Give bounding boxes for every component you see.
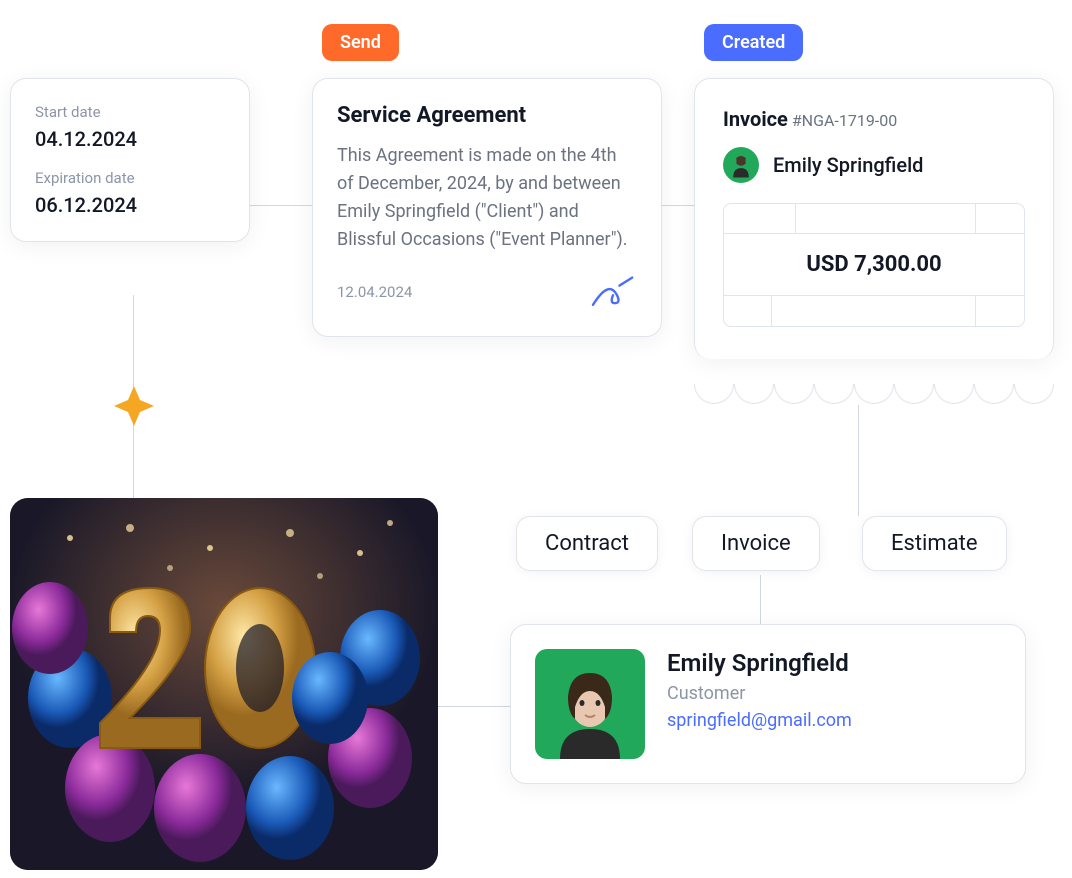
invoice-receipt: USD 7,300.00 [723, 203, 1025, 327]
avatar [723, 147, 759, 183]
contract-pill[interactable]: Contract [516, 516, 658, 571]
agreement-title: Service Agreement [337, 103, 637, 128]
expiration-date-value: 06.12.2024 [35, 193, 225, 217]
customer-avatar [535, 649, 645, 759]
expiration-date-label: Expiration date [35, 169, 225, 187]
invoice-number: #NGA-1719-00 [792, 111, 897, 130]
agreement-date: 12.04.2024 [337, 283, 412, 301]
dates-card: Start date 04.12.2024 Expiration date 06… [10, 78, 250, 242]
start-date-label: Start date [35, 103, 225, 121]
sparkle-icon [114, 386, 154, 426]
invoice-customer-name: Emily Springfield [773, 153, 923, 177]
customer-name: Emily Springfield [667, 649, 852, 677]
invoice-scallop [694, 384, 1054, 404]
invoice-pill[interactable]: Invoice [692, 516, 820, 571]
agreement-body: This Agreement is made on the 4th of Dec… [337, 142, 637, 254]
event-photo [10, 498, 438, 870]
signature-icon [589, 272, 637, 312]
customer-role: Customer [667, 683, 852, 704]
customer-card: Emily Springfield Customer springfield@g… [510, 624, 1026, 784]
customer-email[interactable]: springfield@gmail.com [667, 710, 852, 731]
send-badge: Send [322, 24, 399, 61]
created-badge: Created [704, 24, 803, 61]
service-agreement-card: Service Agreement This Agreement is made… [312, 78, 662, 337]
start-date-value: 04.12.2024 [35, 127, 225, 151]
invoice-card: Invoice #NGA-1719-00 Emily Springfield U… [694, 78, 1054, 359]
invoice-amount: USD 7,300.00 [724, 234, 1024, 296]
estimate-pill[interactable]: Estimate [862, 516, 1007, 571]
invoice-title: Invoice [723, 107, 788, 131]
